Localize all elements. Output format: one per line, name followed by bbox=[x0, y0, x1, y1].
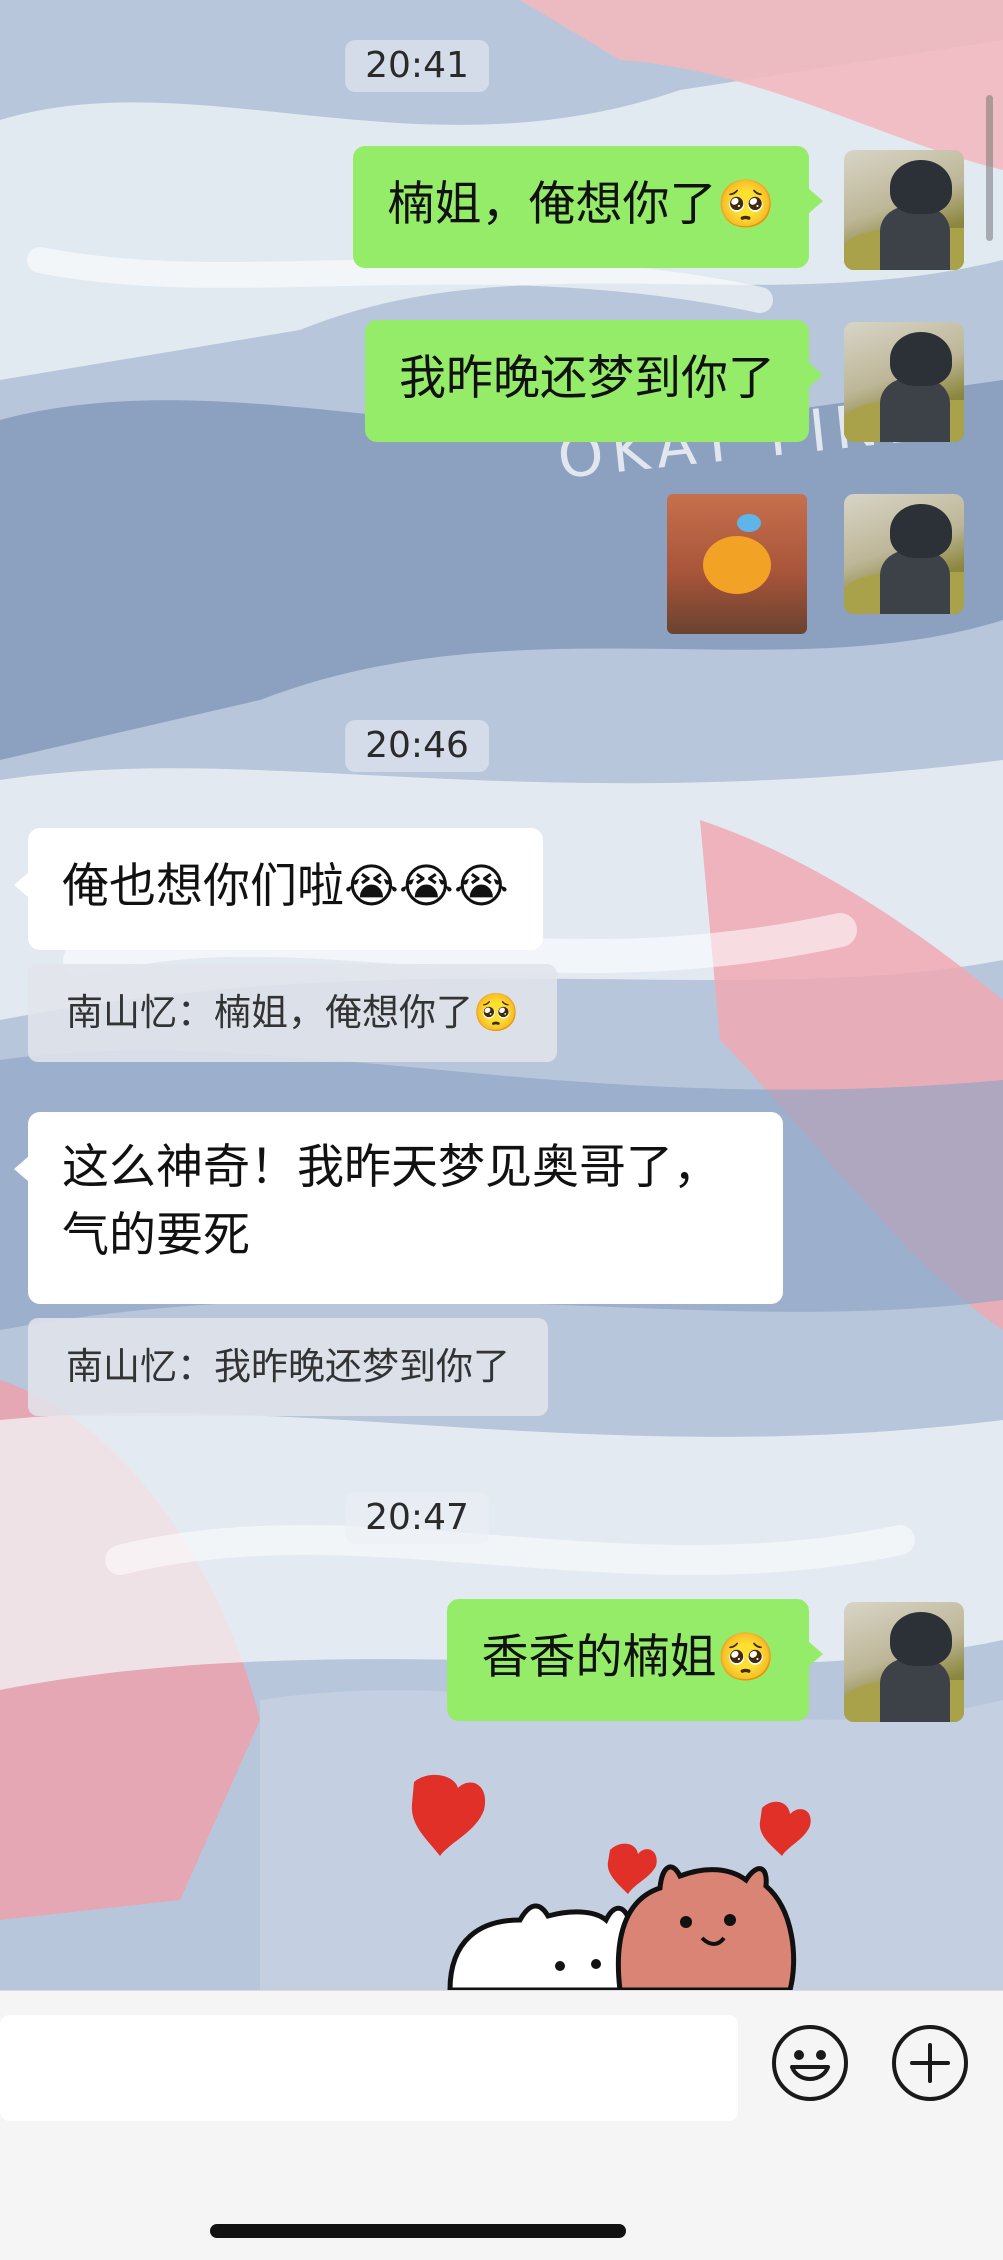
plus-circle-icon[interactable] bbox=[892, 2025, 968, 2101]
quoted-message[interactable]: 南山忆：我昨晚还梦到你了 bbox=[28, 1318, 548, 1416]
my-avatar[interactable] bbox=[844, 150, 964, 270]
my-avatar[interactable] bbox=[844, 322, 964, 442]
my-avatar[interactable] bbox=[844, 1602, 964, 1722]
message-bubble-sent[interactable]: 我昨晚还梦到你了 bbox=[365, 320, 823, 442]
smiley-face-icon[interactable] bbox=[772, 2025, 848, 2101]
timestamp: 20:47 bbox=[345, 1492, 489, 1544]
sent-sticker-image[interactable] bbox=[667, 494, 807, 634]
sent-sticker-cats[interactable] bbox=[410, 1770, 820, 1990]
message-bubble-sent[interactable]: 楠姐，俺想你了🥺 bbox=[353, 146, 823, 268]
timestamp: 20:41 bbox=[345, 40, 489, 92]
message-list: 20:41 楠姐，俺想你了🥺 我昨晚还梦到你了 20:46 俺也想你们啦😭😭😭 … bbox=[0, 0, 1003, 1990]
message-input[interactable] bbox=[0, 2015, 738, 2121]
chat-input-bar bbox=[0, 1990, 1003, 2260]
message-bubble-received[interactable]: 这么神奇！我昨天梦见奥哥了，气的要死 bbox=[14, 1112, 783, 1304]
quoted-message[interactable]: 南山忆：楠姐，俺想你了🥺 bbox=[28, 964, 558, 1062]
home-indicator[interactable] bbox=[210, 2224, 626, 2238]
timestamp: 20:46 bbox=[345, 720, 489, 772]
message-bubble-sent[interactable]: 香香的楠姐🥺 bbox=[447, 1599, 823, 1721]
my-avatar[interactable] bbox=[844, 494, 964, 614]
message-bubble-received[interactable]: 俺也想你们啦😭😭😭 bbox=[14, 828, 543, 950]
